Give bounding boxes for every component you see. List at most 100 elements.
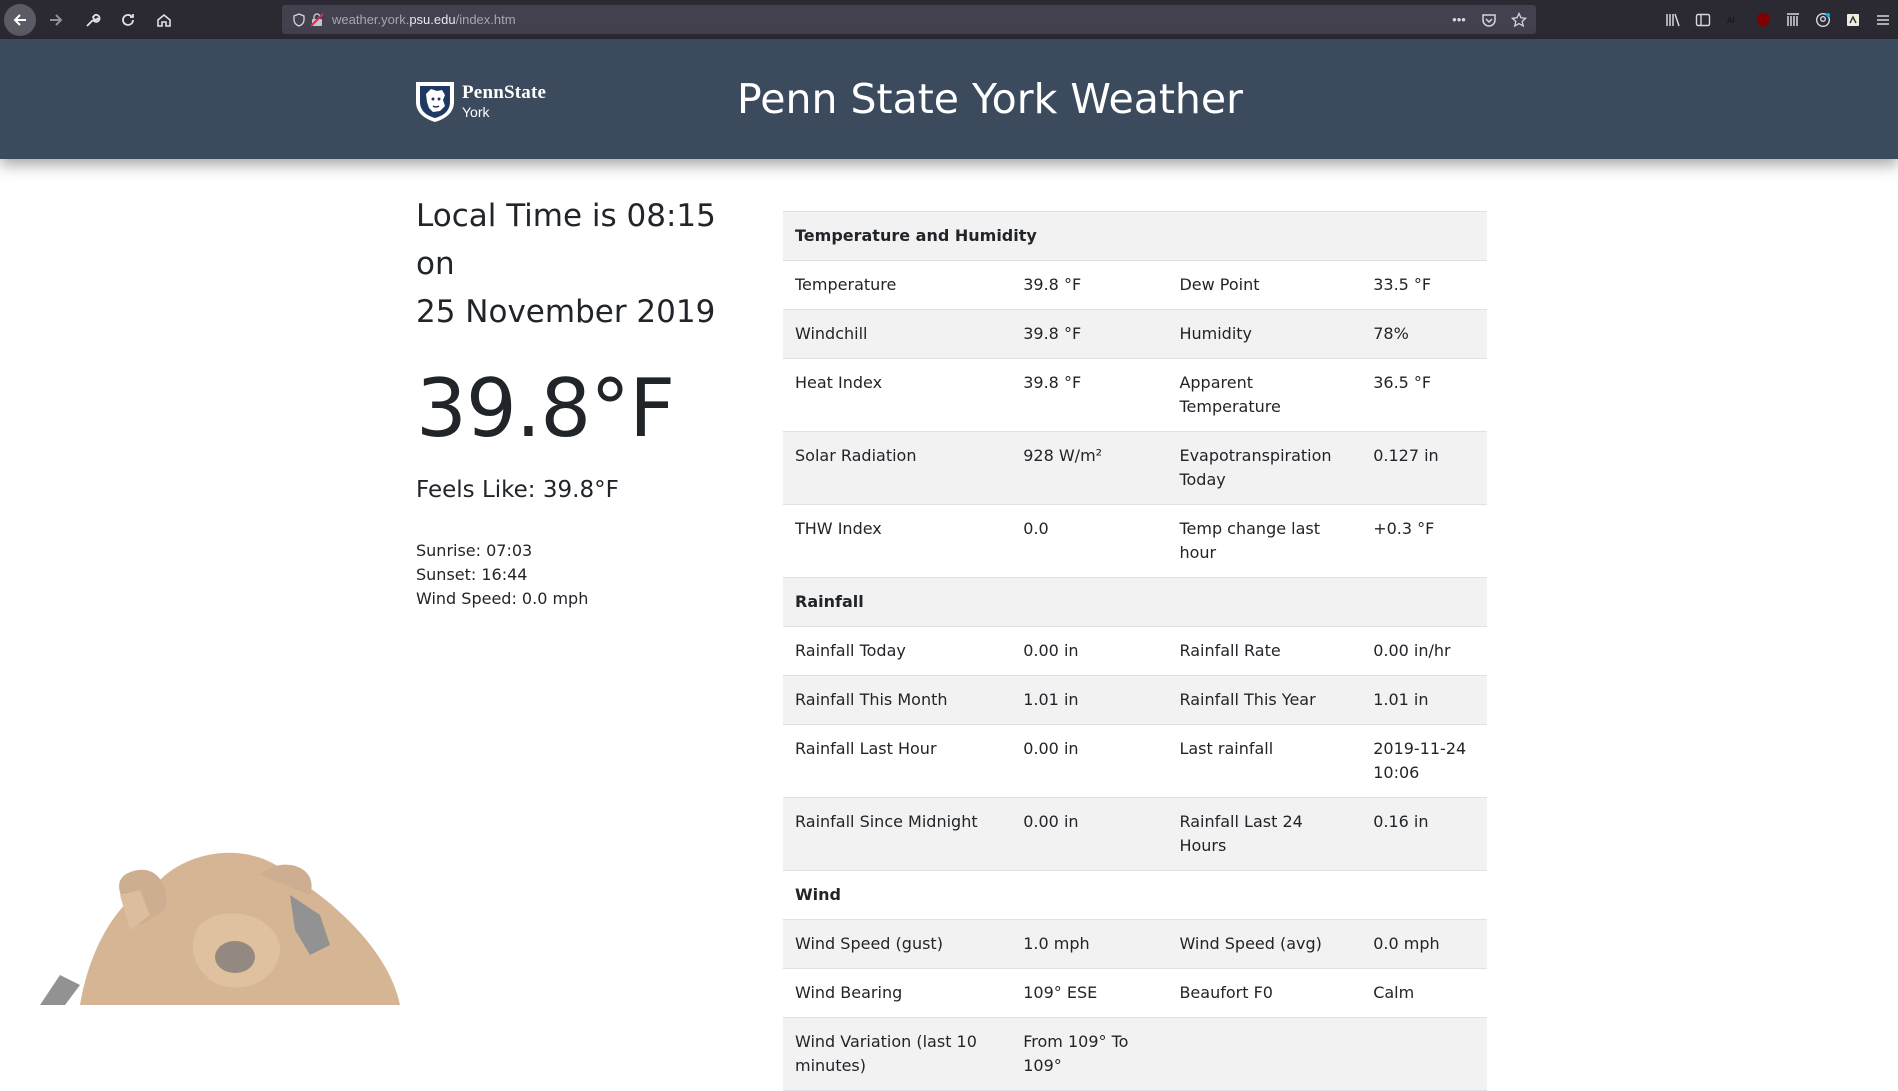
cell-value: 0.00 in — [1011, 724, 1168, 798]
wind-speed: Wind Speed: 0.0 mph — [416, 589, 589, 608]
table-row: Rainfall Since Midnight 0.00 in Rainfall… — [783, 797, 1487, 871]
cell-label: Windchill — [783, 309, 1012, 359]
cell-value: From 109° To 109° — [1011, 1017, 1168, 1091]
arrow-right-icon — [50, 13, 63, 26]
cell-value: 0.0 mph — [1361, 919, 1487, 969]
sunrise: Sunrise: 07:03 — [416, 541, 533, 560]
url-text[interactable]: weather.york.psu.edu/index.htm — [332, 12, 516, 27]
table-row: Rainfall This Month 1.01 in Rainfall Thi… — [783, 675, 1487, 725]
table-row: Wind Speed (gust) 1.0 mph Wind Speed (av… — [783, 919, 1487, 969]
cell-label: Heat Index — [783, 358, 1012, 432]
cell-value: 1.01 in — [1361, 675, 1487, 725]
browser-toolbar: weather.york.psu.edu/index.htm ••• AI — [0, 0, 1898, 39]
insecure-lock-icon[interactable] — [308, 11, 326, 29]
ublock-icon[interactable] — [1754, 11, 1772, 29]
cell-value: 928 W/m² — [1011, 431, 1168, 505]
cell-label: THW Index — [783, 504, 1012, 578]
arrow-left-icon — [13, 13, 26, 26]
section-header-row: Temperature and Humidity — [783, 211, 1487, 261]
table-row: Rainfall Last Hour 0.00 in Last rainfall… — [783, 724, 1487, 798]
cell-label: Wind Speed (gust) — [783, 919, 1012, 969]
pennstate-york-logo[interactable]: PennState York — [414, 79, 546, 123]
cell-value: 39.8 °F — [1011, 309, 1168, 359]
cell-label: Temp change last hour — [1167, 504, 1362, 578]
cell-value: 33.5 °F — [1361, 260, 1487, 310]
pocket-icon[interactable] — [1480, 11, 1498, 29]
cell-value: 2019-11-24 10:06 — [1361, 724, 1487, 798]
cell-value: +0.3 °F — [1361, 504, 1487, 578]
cell-label: Evapotranspiration Today — [1167, 431, 1362, 505]
cell-value: 1.0 mph — [1011, 919, 1168, 969]
logo-name: PennState — [462, 82, 547, 103]
svg-text:AI: AI — [1727, 16, 1735, 25]
forward-button[interactable] — [40, 4, 72, 36]
back-button[interactable] — [4, 3, 36, 36]
cell-label: Rainfall This Year — [1167, 675, 1362, 725]
ai-extension-icon[interactable]: AI — [1724, 11, 1742, 29]
cell-value: 0.00 in — [1011, 626, 1168, 676]
reload-icon — [122, 13, 134, 26]
menu-icon[interactable] — [1874, 11, 1892, 29]
home-button[interactable] — [148, 4, 180, 36]
cell-value: 78% — [1361, 309, 1487, 359]
site-header: PennState York Penn State York Weather — [0, 39, 1898, 159]
table-row: Heat Index 39.8 °F Apparent Temperature … — [783, 358, 1487, 432]
cell-label: Wind Speed (avg) — [1167, 919, 1362, 969]
cell-label: Rainfall Since Midnight — [783, 797, 1012, 871]
section-header-row: Rainfall — [783, 577, 1487, 627]
cell-label — [1167, 1017, 1362, 1091]
page-title: Penn State York Weather — [737, 75, 1243, 123]
section-header-row: Wind — [783, 870, 1487, 920]
table-row: Rainfall Today 0.00 in Rainfall Rate 0.0… — [783, 626, 1487, 676]
section-title: Temperature and Humidity — [783, 211, 1487, 261]
cell-value: 109° ESE — [1011, 968, 1168, 1018]
feels-like: Feels Like: 39.8°F — [416, 477, 619, 503]
cell-label: Rainfall Today — [783, 626, 1012, 676]
table-row: Wind Variation (last 10 minutes) From 10… — [783, 1017, 1487, 1091]
cell-label: Rainfall This Month — [783, 675, 1012, 725]
more-actions-icon[interactable]: ••• — [1450, 11, 1468, 29]
tools-button[interactable] — [76, 4, 108, 36]
weather-data-table: Temperature and Humidity Temperature 39.… — [783, 211, 1487, 1091]
cell-value: 0.00 in/hr — [1361, 626, 1487, 676]
bookmark-star-icon[interactable] — [1510, 11, 1528, 29]
table-row: Temperature 39.8 °F Dew Point 33.5 °F — [783, 260, 1487, 310]
cell-value — [1361, 1017, 1487, 1091]
local-date-line: 25 November 2019 — [416, 294, 716, 330]
cell-label: Rainfall Last 24 Hours — [1167, 797, 1362, 871]
cell-value: 39.8 °F — [1011, 358, 1168, 432]
nittany-lion-mascot-image — [40, 852, 400, 1005]
current-temperature: 39.8°F — [416, 362, 675, 455]
table-row: THW Index 0.0 Temp change last hour +0.3… — [783, 504, 1487, 578]
nittany-lion-shield-icon — [416, 82, 454, 122]
section-title: Rainfall — [783, 577, 1487, 627]
section-title: Wind — [783, 870, 1487, 920]
account-icon[interactable] — [1814, 11, 1832, 29]
cell-value: 0.00 in — [1011, 797, 1168, 871]
cell-value: Calm — [1361, 968, 1487, 1018]
cell-label: Last rainfall — [1167, 724, 1362, 798]
table-row: Windchill 39.8 °F Humidity 78% — [783, 309, 1487, 359]
cell-value: 1.01 in — [1011, 675, 1168, 725]
address-bar[interactable]: weather.york.psu.edu/index.htm ••• — [282, 5, 1536, 34]
logo-campus: York — [462, 104, 490, 120]
home-icon — [157, 13, 171, 27]
local-time-line: Local Time is 08:15 on — [416, 198, 716, 282]
cell-value: 36.5 °F — [1361, 358, 1487, 432]
shield-icon[interactable] — [290, 11, 308, 29]
cell-label: Rainfall Last Hour — [783, 724, 1012, 798]
extension-icon[interactable] — [1844, 11, 1862, 29]
cell-value: 0.16 in — [1361, 797, 1487, 871]
cell-label: Wind Bearing — [783, 968, 1012, 1018]
library-icon[interactable] — [1664, 11, 1682, 29]
table-row: Wind Bearing 109° ESE Beaufort F0 Calm — [783, 968, 1487, 1018]
reload-button[interactable] — [112, 4, 144, 36]
sunset: Sunset: 16:44 — [416, 565, 528, 584]
extension-bars-icon[interactable] — [1784, 11, 1802, 29]
local-time: Local Time is 08:15 on 25 November 2019 — [416, 192, 756, 336]
cell-label: Beaufort F0 — [1167, 968, 1362, 1018]
wrench-icon — [86, 13, 101, 27]
cell-label: Apparent Temperature — [1167, 358, 1362, 432]
sidebar-icon[interactable] — [1694, 11, 1712, 29]
current-conditions-summary: Local Time is 08:15 on 25 November 2019 … — [416, 192, 756, 611]
